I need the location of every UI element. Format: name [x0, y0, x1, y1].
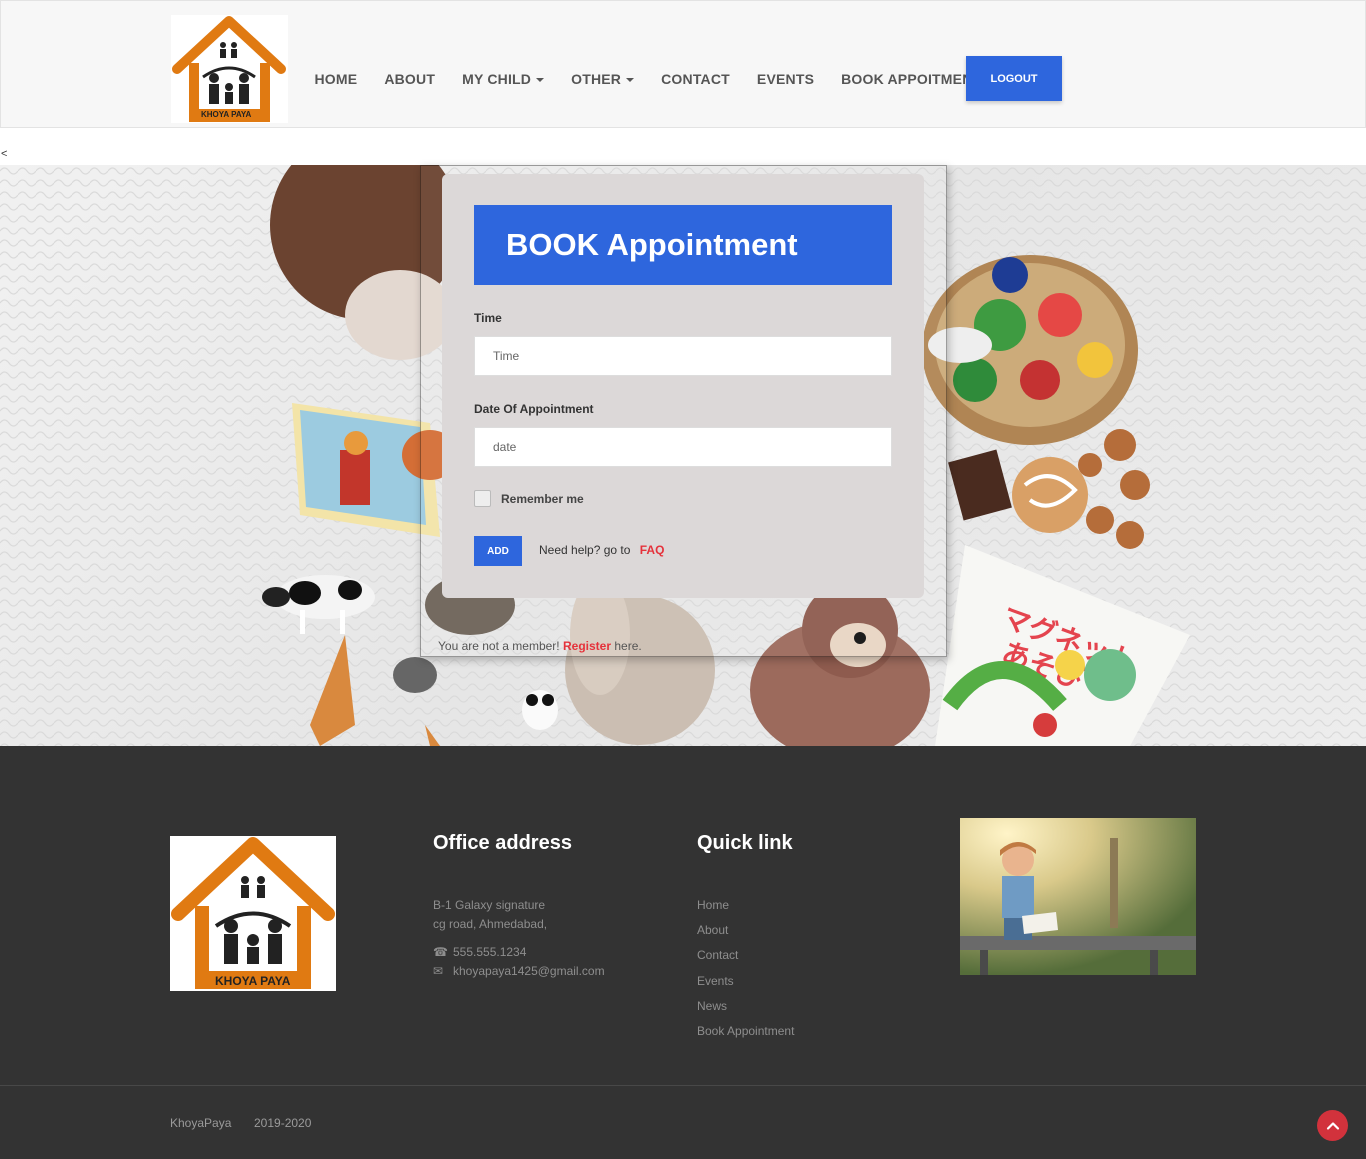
phone-number: 555.555.1234: [453, 945, 527, 959]
stray-text: <: [1, 148, 8, 160]
main-nav: HOME ABOUT MY CHILD OTHER CONTACT EVENTS…: [301, 56, 995, 101]
quick-link-news[interactable]: News: [697, 999, 727, 1013]
nav-events[interactable]: EVENTS: [743, 71, 827, 87]
quick-link-home[interactable]: Home: [697, 898, 729, 912]
email-row: ✉ khoyapaya1425@gmail.com: [433, 964, 605, 978]
time-input[interactable]: [474, 336, 892, 376]
logout-button[interactable]: LOGOUT: [966, 56, 1062, 101]
site-footer: KHOYA PAYA Office address B-1 Galaxy sig…: [0, 746, 1366, 1159]
address-line-2: cg road, Ahmedabad,: [433, 917, 548, 931]
house-family-logo-icon: [171, 837, 335, 989]
footer-child-photo: [960, 818, 1196, 975]
caret-down-icon: [536, 77, 545, 82]
footer-divider: [0, 1085, 1366, 1086]
nav-home-label: HOME: [314, 70, 358, 87]
address-line-1: B-1 Galaxy signature: [433, 898, 546, 912]
register-prefix: You are not a member!: [438, 639, 560, 653]
nav-book-appointment-label: BOOK APPOITMENT: [841, 70, 982, 87]
logo-text: KHOYA PAYA: [201, 110, 252, 119]
phone-row: ☎ 555.555.1234: [433, 945, 526, 959]
quick-link-title: Quick link: [697, 832, 793, 854]
nav-contact-label: CONTACT: [661, 70, 730, 87]
chevron-up-icon: [1326, 1121, 1339, 1130]
remember-label: Remember me: [501, 492, 584, 506]
house-family-logo-icon: [172, 16, 286, 122]
office-address-title: Office address: [433, 832, 572, 854]
faq-link[interactable]: FAQ: [640, 543, 665, 557]
register-link[interactable]: Register: [563, 639, 611, 653]
site-logo[interactable]: KHOYA PAYA: [171, 15, 288, 123]
help-text: Need help? go to: [539, 543, 631, 557]
nav-other-dropdown[interactable]: OTHER: [558, 71, 648, 87]
nav-about-label: ABOUT: [384, 70, 436, 87]
quick-link-about[interactable]: About: [697, 923, 728, 937]
date-input[interactable]: [474, 427, 892, 467]
nav-home[interactable]: HOME: [301, 71, 371, 87]
add-button[interactable]: ADD: [474, 536, 522, 566]
time-label: Time: [474, 311, 502, 325]
caret-down-icon: [626, 77, 635, 82]
footer-logo[interactable]: KHOYA PAYA: [170, 836, 336, 991]
date-label: Date Of Appointment: [474, 402, 594, 416]
copyright-years: 2019-2020: [254, 1116, 312, 1130]
nav-my-child-label: MY CHILD: [462, 70, 532, 87]
scroll-to-top-button[interactable]: [1317, 1110, 1348, 1141]
child-reading-photo: [960, 818, 1196, 975]
register-prompt: You are not a member! Register here.: [438, 639, 642, 653]
nav-contact[interactable]: CONTACT: [648, 71, 744, 87]
register-suffix: here.: [614, 639, 642, 653]
top-navbar: KHOYA PAYA HOME ABOUT MY CHILD OTHER CON…: [0, 0, 1366, 128]
nav-my-child-dropdown[interactable]: MY CHILD: [449, 71, 558, 87]
help-text-row: Need help? go to FAQ: [539, 543, 664, 557]
copyright-name: KhoyaPaya: [170, 1116, 232, 1130]
quick-link-book-appointment[interactable]: Book Appointment: [697, 1024, 794, 1038]
nav-events-label: EVENTS: [756, 70, 815, 87]
phone-icon: ☎: [433, 945, 448, 959]
footer-logo-text: KHOYA PAYA: [215, 974, 291, 988]
appointment-form-card: BOOK Appointment Time Date Of Appointmen…: [442, 174, 924, 598]
remember-checkbox[interactable]: [474, 490, 491, 507]
nav-about[interactable]: ABOUT: [371, 71, 449, 87]
envelope-icon: ✉: [433, 964, 444, 978]
nav-other-label: OTHER: [571, 70, 622, 87]
form-title: BOOK Appointment: [474, 205, 892, 285]
quick-link-events[interactable]: Events: [697, 974, 734, 988]
email-address[interactable]: khoyapaya1425@gmail.com: [453, 964, 605, 978]
quick-link-contact[interactable]: Contact: [697, 948, 738, 962]
